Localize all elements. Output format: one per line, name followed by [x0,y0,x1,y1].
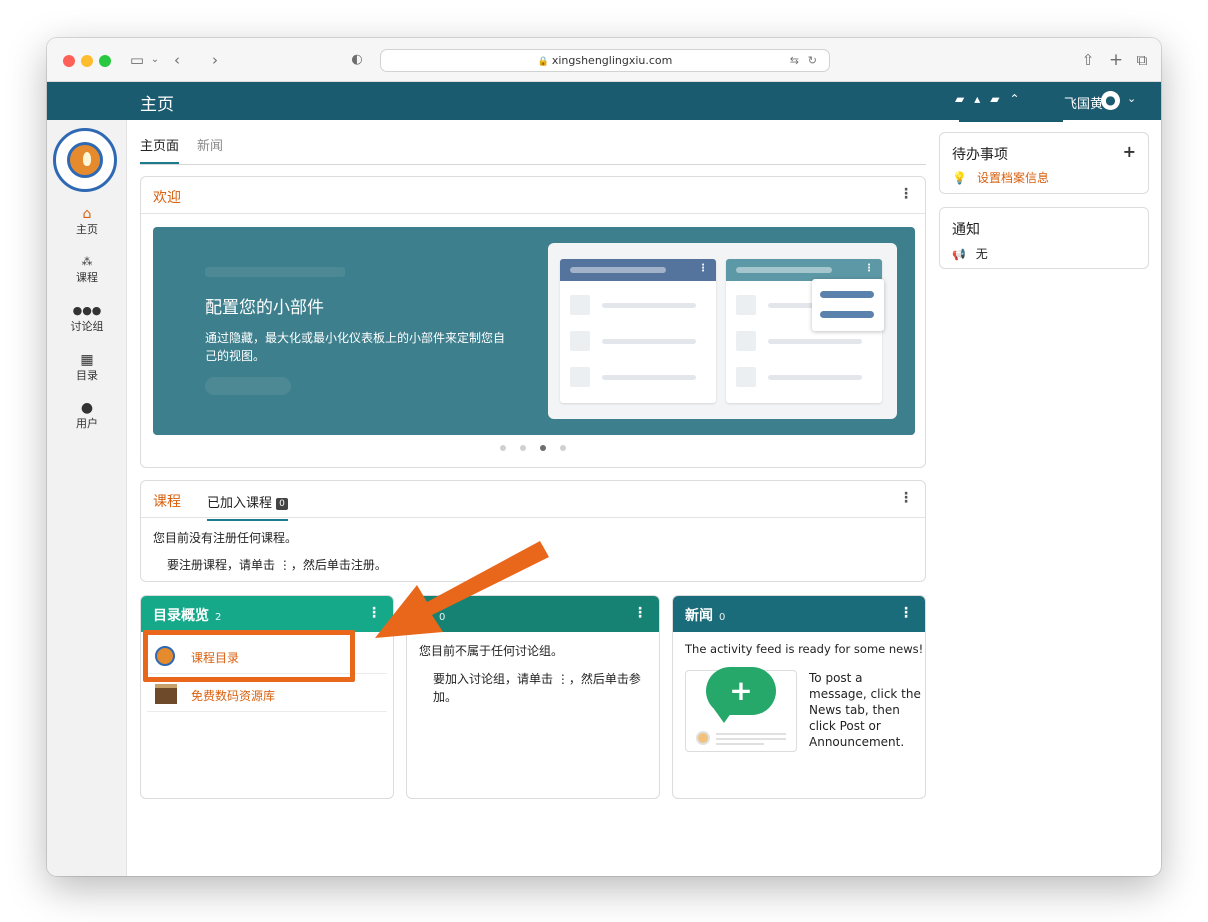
browser-window: ▭ ⌄ ‹ › ◐ 🔒 xingshenglingxiu.com ⇆ ↻ ⇧ + … [47,38,1161,876]
tutorial-arrow-icon [375,541,549,638]
